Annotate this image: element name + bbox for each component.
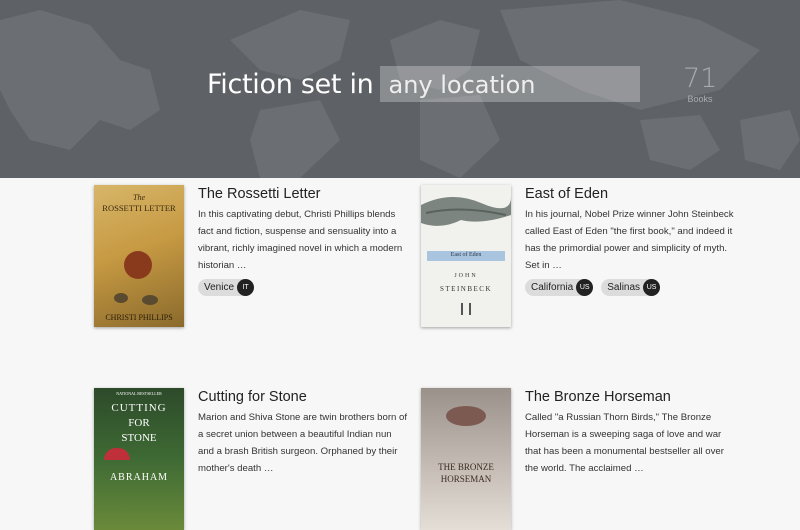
- book-info: The Rossetti Letter In this captivating …: [198, 185, 408, 296]
- title-prefix: Fiction set in: [207, 68, 374, 100]
- pigeon-silhouette: [114, 293, 128, 303]
- country-code-badge: IT: [237, 279, 255, 296]
- lips-illustration: [446, 406, 486, 426]
- book-title[interactable]: Cutting for Stone: [198, 388, 408, 406]
- location-tag[interactable]: Salinas US: [601, 279, 661, 296]
- book-cover[interactable]: The ROSSETTI LETTER CHRISTI PHILLIPS: [94, 185, 184, 327]
- location-tag[interactable]: Venice IT: [198, 279, 255, 296]
- location-search-input[interactable]: [380, 66, 641, 102]
- cover-ornament-icon: [461, 303, 471, 315]
- country-code-badge: US: [643, 279, 661, 296]
- book-description: Marion and Shiva Stone are twin brothers…: [198, 412, 408, 474]
- location-tag[interactable]: California US: [525, 279, 594, 296]
- book-title[interactable]: The Rossetti Letter: [198, 185, 408, 203]
- book-description: In his journal, Nobel Prize winner John …: [525, 209, 734, 271]
- book-info: East of Eden In his journal, Nobel Prize…: [525, 185, 735, 296]
- book-count-number: 71: [683, 63, 718, 94]
- pigeon-silhouette: [142, 295, 158, 305]
- book-cover[interactable]: East of Eden JOHN STEINBECK: [421, 185, 511, 327]
- book-title[interactable]: East of Eden: [525, 185, 735, 203]
- umbrella-illustration: [104, 448, 130, 460]
- book-cover[interactable]: NATIONAL BESTSELLER CUTTING FOR STONE AB…: [94, 388, 184, 530]
- hero-header: Fiction set in 71 Books: [0, 0, 800, 178]
- book-info: The Bronze Horseman Called "a Russian Th…: [525, 388, 735, 477]
- book-description: In this captivating debut, Christi Phill…: [198, 209, 403, 271]
- book-count: 71 Books: [683, 63, 718, 105]
- wax-seal: [124, 251, 152, 279]
- tree-illustration: [421, 196, 511, 226]
- hero-title: Fiction set in: [207, 66, 641, 102]
- book-count-label: Books: [687, 94, 713, 104]
- location-tags: Venice IT: [198, 279, 408, 296]
- book-title[interactable]: The Bronze Horseman: [525, 388, 735, 406]
- book-info: Cutting for Stone Marion and Shiva Stone…: [198, 388, 408, 477]
- book-cover[interactable]: THE BRONZE HORSEMAN: [421, 388, 511, 530]
- country-code-badge: US: [576, 279, 594, 296]
- book-description: Called "a Russian Thorn Birds," The Bron…: [525, 412, 724, 474]
- location-tags: California US Salinas US: [525, 279, 735, 296]
